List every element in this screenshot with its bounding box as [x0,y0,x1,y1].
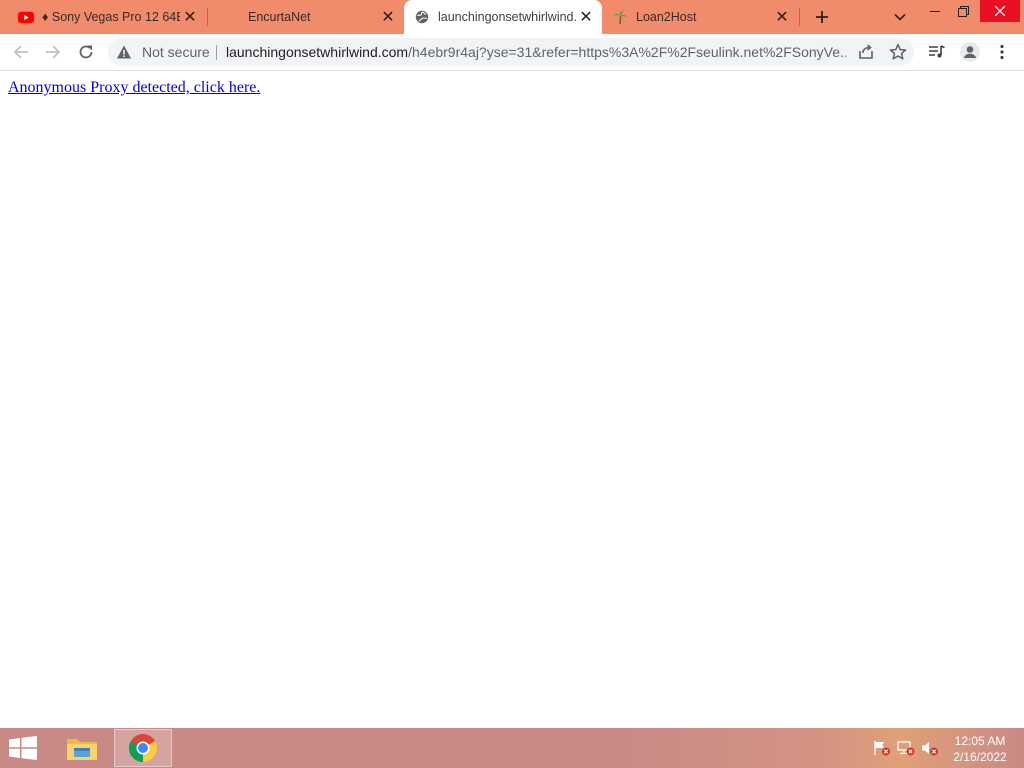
folder-icon [67,739,97,760]
tab-loan2host[interactable]: Loan2Host ✕ [602,0,798,34]
bookmark-star-icon[interactable] [888,42,908,62]
start-button[interactable] [8,736,40,760]
tab-title: EncurtaNet [248,10,311,24]
kebab-menu-icon [1000,44,1004,60]
clock-time: 12:05 AM [954,734,1006,748]
globe-icon [414,9,430,25]
profile-button[interactable] [956,38,984,66]
back-button[interactable] [7,38,35,66]
tab-search-button[interactable] [890,5,910,29]
minimize-icon [930,11,940,12]
arrow-left-icon [13,45,28,59]
tab-separator [799,8,800,26]
reload-button[interactable] [72,38,100,66]
close-icon [995,6,1005,16]
new-tab-button[interactable] [810,5,834,29]
chrome-icon [129,734,157,762]
omnibox-divider [216,45,217,60]
action-center-flag-icon[interactable] [873,740,891,756]
tab-encurtanet[interactable]: EncurtaNet ✕ [208,0,404,34]
tab-sony-vegas[interactable]: ♦ Sony Vegas Pro 12 64Bit ✕ [8,0,206,34]
tab-close-button[interactable]: ✕ [576,7,596,27]
tab-close-button[interactable]: ✕ [180,7,200,27]
media-control-button[interactable] [923,38,951,66]
url-path: /h4ebr9r4aj?yse=31&refer=https%3A%2F%2Fs… [408,44,846,60]
reload-icon [79,45,93,59]
restore-button[interactable] [946,0,980,22]
tab-strip: ♦ Sony Vegas Pro 12 64Bit ✕ EncurtaNet ✕… [0,0,1024,34]
chrome-taskbar-button[interactable] [114,729,172,767]
plus-icon [816,11,828,23]
page-content: Anonymous Proxy detected, click here. [0,71,1024,728]
tab-title: ♦ Sony Vegas Pro 12 64Bit [42,10,180,24]
clock-date: 2/16/2022 [953,750,1007,764]
url-host: launchingonsetwhirlwind.com [226,44,409,60]
youtube-icon [18,9,34,25]
volume-muted-icon[interactable] [921,740,939,756]
tab-launchingonsetwhirlwind[interactable]: launchingonsetwhirlwind.com ✕ [404,0,602,34]
restore-icon [957,5,969,17]
address-bar[interactable]: Not secure launchingonsetwhirlwind.com/h… [108,38,914,66]
security-label[interactable]: Not secure [142,44,210,60]
network-icon[interactable] [897,740,915,756]
tab-close-button[interactable]: ✕ [772,7,792,27]
warning-icon[interactable] [116,44,132,60]
taskbar: 12:05 AM 2/16/2022 [0,728,1024,768]
palm-icon [612,9,628,25]
tab-title: launchingonsetwhirlwind.com [438,10,576,24]
chevron-down-icon [894,13,906,21]
system-clock[interactable]: 12:05 AM 2/16/2022 [944,733,1016,765]
tab-title: Loan2Host [636,10,697,24]
menu-button[interactable] [988,38,1016,66]
arrow-right-icon [46,45,61,59]
forward-button[interactable] [39,38,67,66]
share-icon[interactable] [856,42,876,62]
browser-toolbar: Not secure launchingonsetwhirlwind.com/h… [0,34,1024,71]
url-text[interactable]: launchingonsetwhirlwind.com/h4ebr9r4aj?y… [226,44,846,60]
profile-avatar-icon [960,42,980,62]
blank-favicon [224,9,240,25]
close-window-button[interactable] [980,0,1020,22]
playlist-icon [929,45,945,58]
windows-logo-icon [9,736,37,760]
tab-close-button[interactable]: ✕ [378,7,398,27]
file-explorer-button[interactable] [60,730,104,766]
anonymous-proxy-link[interactable]: Anonymous Proxy detected, click here. [8,79,260,97]
